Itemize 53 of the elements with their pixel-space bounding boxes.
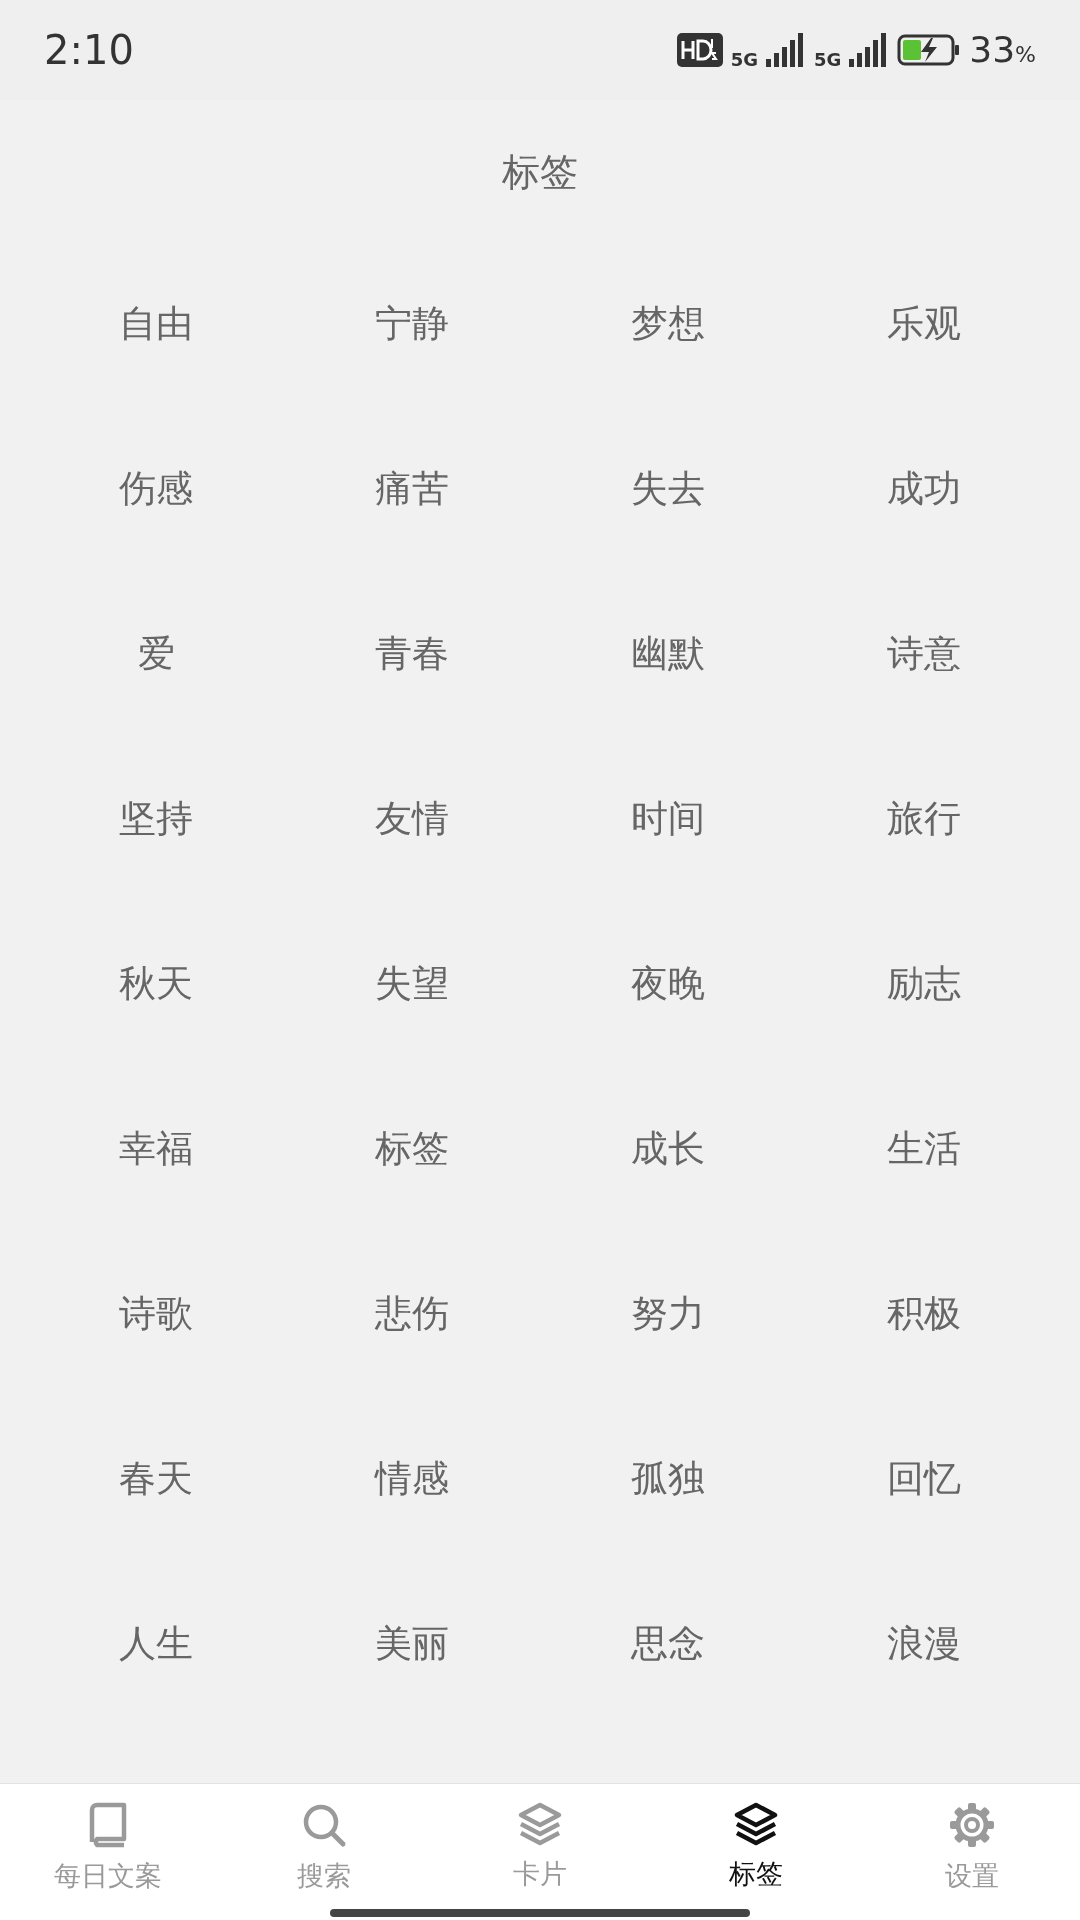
tag-label[interactable]: 坚持 xyxy=(119,790,193,847)
tag-label[interactable]: 伤感 xyxy=(119,460,193,517)
tag-label[interactable]: 痛苦 xyxy=(375,460,449,517)
hd-voice-icon xyxy=(676,33,723,67)
tag-label[interactable]: 失去 xyxy=(631,460,705,517)
tag-label[interactable]: 宁静 xyxy=(375,295,449,352)
tag-label[interactable]: 友情 xyxy=(375,790,449,847)
tag-label[interactable]: 美丽 xyxy=(375,1615,449,1672)
tag-label[interactable]: 浪漫 xyxy=(887,1615,961,1672)
tag-label[interactable]: 回忆 xyxy=(887,1450,961,1507)
tag-label[interactable]: 幸福 xyxy=(119,1120,193,1177)
tag-label[interactable]: 诗歌 xyxy=(119,1285,193,1342)
battery-charging-icon xyxy=(897,34,962,66)
tag-label[interactable]: 旅行 xyxy=(887,790,961,847)
nav-tab[interactable]: 卡片 xyxy=(432,1784,648,1920)
battery-percentage: 33% xyxy=(969,28,1036,72)
tag-label[interactable]: 梦想 xyxy=(631,295,705,352)
tag-label[interactable]: 乐观 xyxy=(887,295,961,352)
nav-tab[interactable]: 标签 xyxy=(648,1784,864,1920)
clock-time: 2:10 xyxy=(44,26,134,75)
layers-icon xyxy=(733,1802,779,1846)
tag-label[interactable]: 标签 xyxy=(375,1120,449,1177)
tag-label[interactable]: 自由 xyxy=(119,295,193,352)
tag-label[interactable]: 夜晚 xyxy=(631,955,705,1012)
tag-label[interactable]: 情感 xyxy=(375,1450,449,1507)
tag-label[interactable]: 时间 xyxy=(631,790,705,847)
tag-label[interactable]: 爱 xyxy=(137,625,175,682)
page-title: 标签 xyxy=(501,149,579,196)
search-icon xyxy=(301,1802,347,1848)
tag-label[interactable]: 成长 xyxy=(631,1120,705,1177)
tag-label[interactable]: 青春 xyxy=(375,625,449,682)
signal-icon xyxy=(765,33,806,67)
tag-label[interactable]: 人生 xyxy=(119,1615,193,1672)
nav-tab[interactable]: 设置 xyxy=(864,1784,1080,1920)
tag-label[interactable]: 积极 xyxy=(887,1285,961,1342)
tag-label[interactable]: 成功 xyxy=(887,460,961,517)
network-type: 5G xyxy=(730,51,758,69)
nav-tab[interactable]: 每日文案 xyxy=(0,1784,216,1920)
tag-label[interactable]: 春天 xyxy=(119,1450,193,1507)
tag-label[interactable]: 生活 xyxy=(887,1120,961,1177)
nav-tab[interactable]: 搜索 xyxy=(216,1784,432,1920)
layers-icon xyxy=(517,1802,563,1846)
network-type: 5G xyxy=(813,51,842,69)
tag-label[interactable]: 诗意 xyxy=(887,625,961,682)
tag-label[interactable]: 失望 xyxy=(375,955,449,1012)
tag-label[interactable]: 秋天 xyxy=(119,955,193,1012)
settings-icon xyxy=(949,1802,995,1848)
tag-label[interactable]: 努力 xyxy=(631,1285,705,1342)
tag-label[interactable]: 孤独 xyxy=(631,1450,705,1507)
tag-label[interactable]: 思念 xyxy=(631,1615,705,1672)
tag-label[interactable]: 幽默 xyxy=(631,625,705,682)
tag-label[interactable]: 励志 xyxy=(887,955,961,1012)
tag-label[interactable]: 悲伤 xyxy=(375,1285,449,1342)
